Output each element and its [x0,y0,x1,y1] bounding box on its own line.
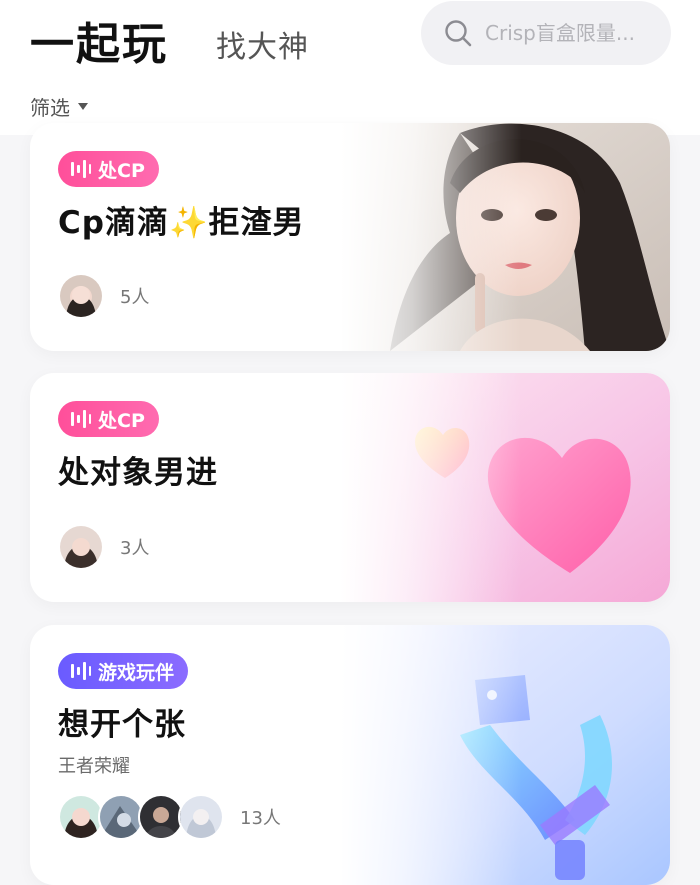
tag-label: 处CP [98,159,145,182]
category-tag: 处CP [58,151,159,187]
room-card[interactable]: 游戏玩伴 想开个张 王者荣耀 13人 [30,625,670,885]
card-title: 处对象男进 [58,455,218,491]
card-title: Cp滴滴✨拒渣男 [58,205,305,241]
member-list: 3人 [58,524,149,570]
avatar [58,524,104,570]
tab-play-together[interactable]: 一起玩 [30,8,168,72]
caret-down-icon [78,102,88,110]
member-count: 5人 [120,287,150,308]
filter-label: 筛选 [30,96,70,120]
search-icon [445,20,472,47]
room-card[interactable]: 处CP 处对象男进 3人 [30,373,670,602]
member-list: 5人 [58,273,149,319]
card-title: 想开个张 [58,707,186,743]
room-card[interactable]: 处CP Cp滴滴✨拒渣男 5人 [30,123,670,351]
tag-label: 处CP [98,409,145,432]
avatar [58,273,104,319]
art-fade [340,625,670,885]
search-input[interactable] [483,20,647,46]
member-count: 3人 [120,538,150,559]
tag-label: 游戏玩伴 [98,661,175,684]
avatar [178,794,224,840]
search-bar[interactable] [421,1,671,65]
photo-fade [340,123,670,351]
tab-find-master[interactable]: 找大神 [216,22,309,66]
sound-wave-icon [71,410,91,428]
category-tag: 处CP [58,401,159,437]
sound-wave-icon [71,662,91,680]
filter-dropdown[interactable]: 筛选 [30,92,89,121]
top-header: 一起玩 找大神 筛选 [0,0,700,135]
member-count: 13人 [240,808,281,829]
sound-wave-icon [71,160,91,178]
member-list: 13人 [58,794,281,840]
game-name: 王者荣耀 [58,756,130,777]
category-tag: 游戏玩伴 [58,653,189,689]
art-fade [340,373,670,602]
